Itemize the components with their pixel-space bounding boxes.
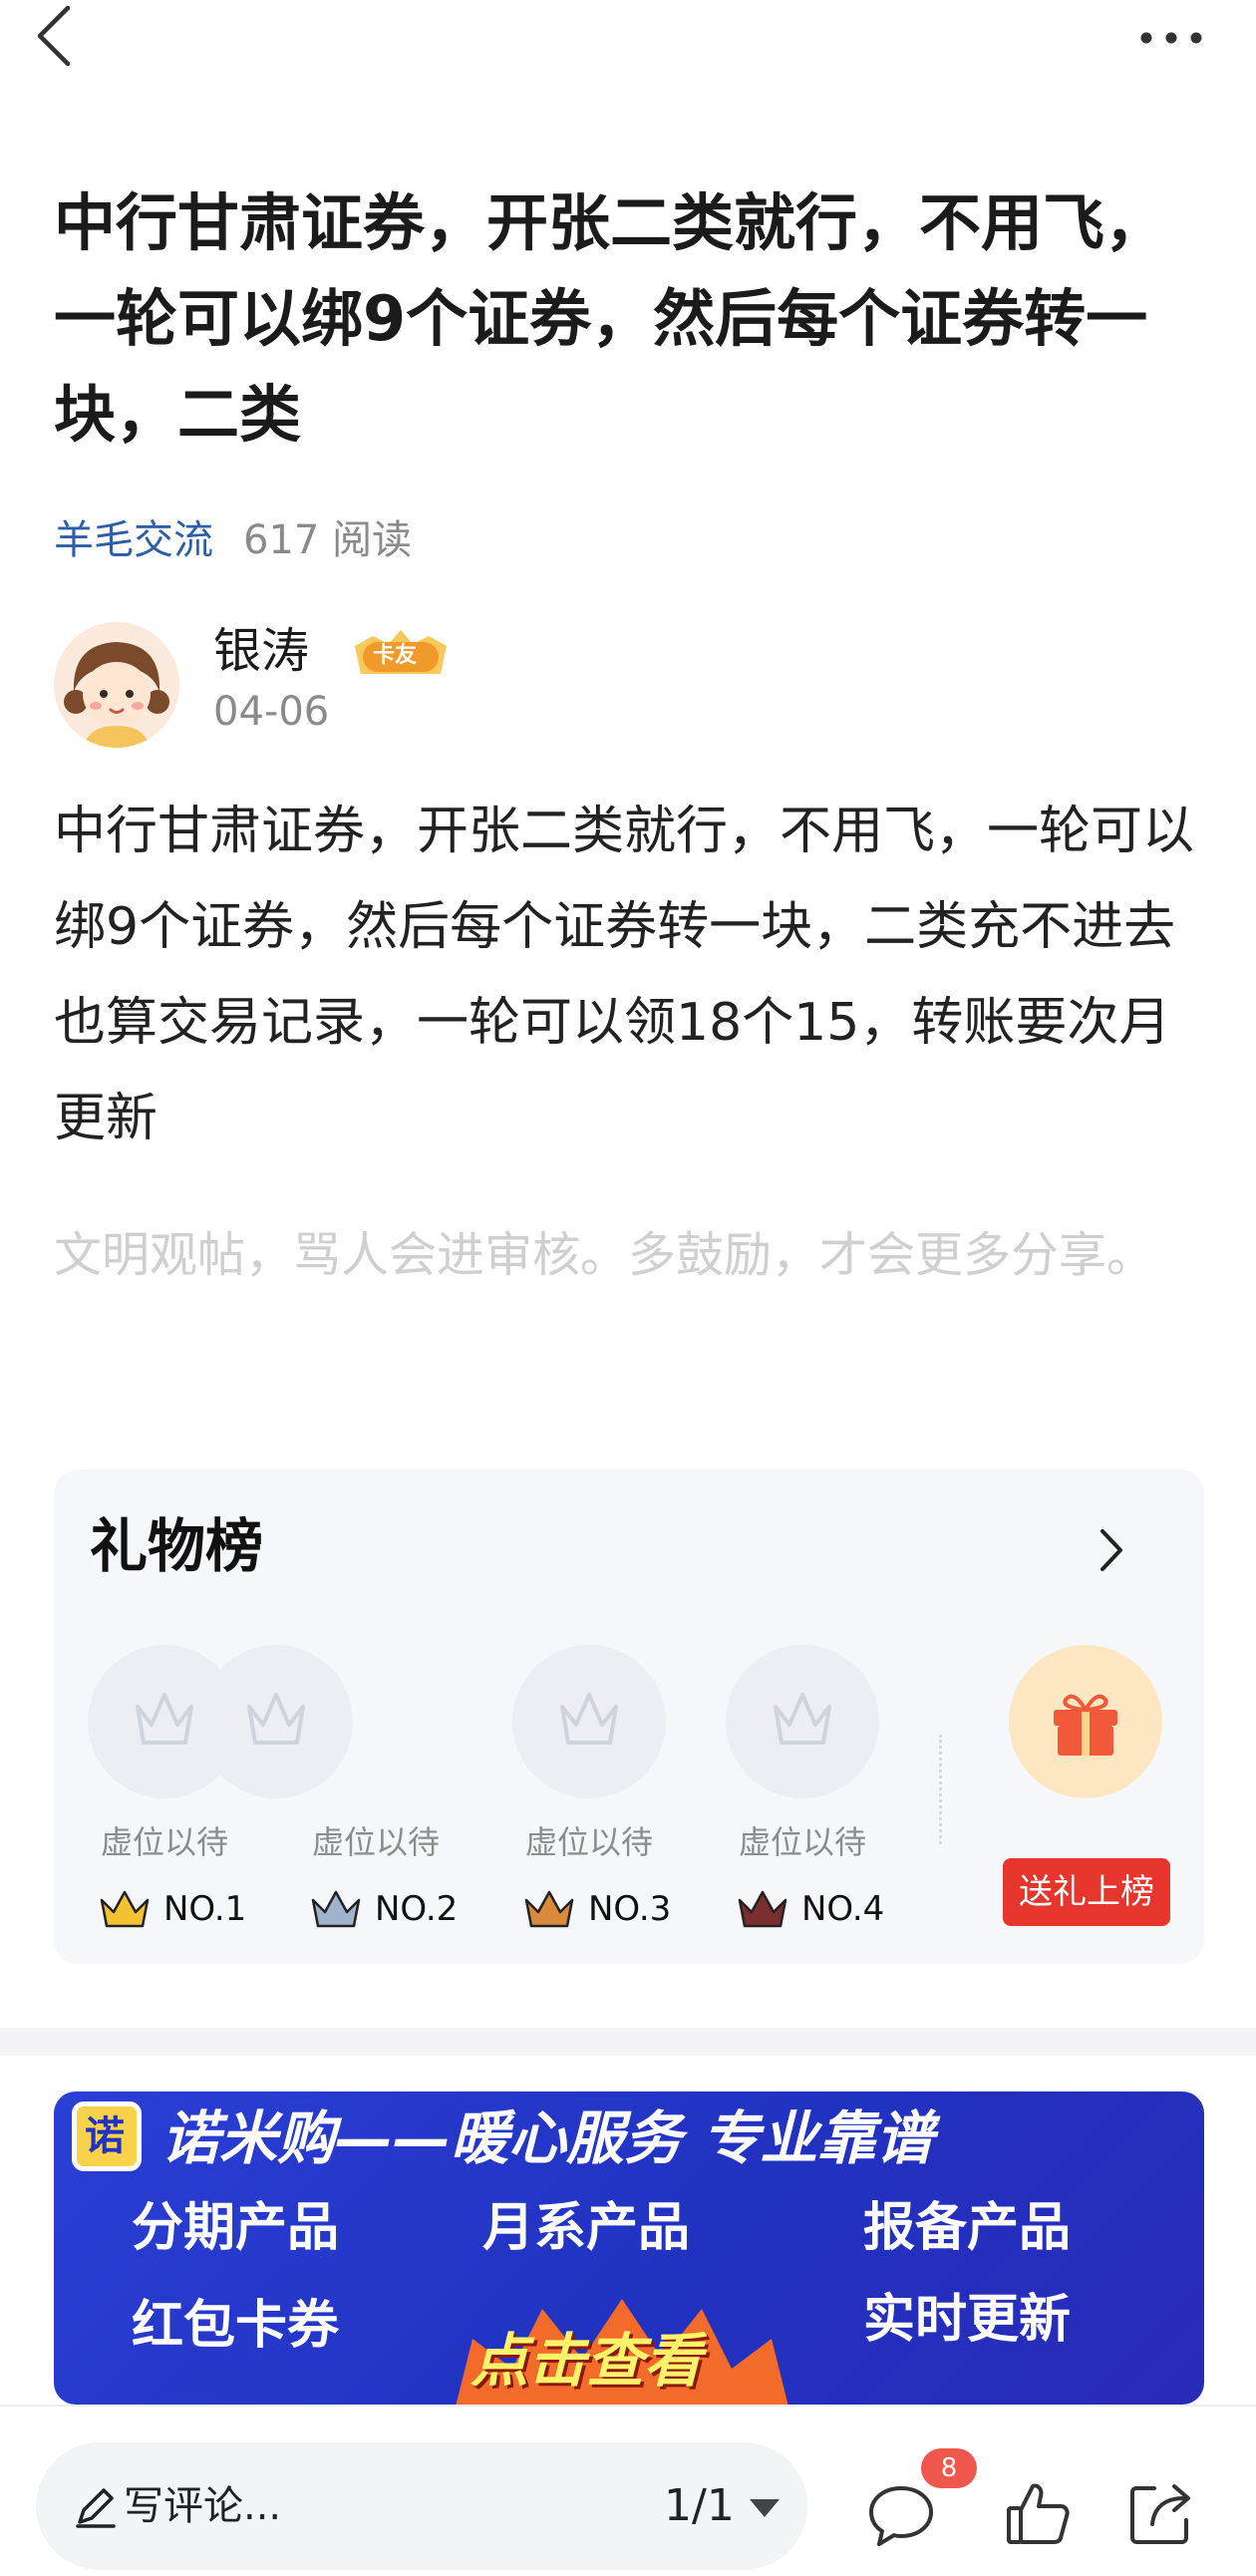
ad-cta-button[interactable]: 点击查看 <box>471 2321 702 2401</box>
page-indicator[interactable]: 1/1 <box>664 2476 735 2536</box>
post-title: 中行甘肃证券，开张二类就行，不用飞，一轮可以绑9个证券，然后每个证券转一块，二类 <box>54 186 1167 451</box>
ad-item: 分期产品 <box>132 2198 340 2258</box>
badge-label: 卡友 <box>373 643 418 668</box>
section-divider <box>0 2028 1256 2056</box>
gift-slot-2-text[interactable]: 虚位以待 NO.2 <box>299 1645 459 1944</box>
user-level-badge: 卡友 <box>349 628 453 680</box>
author-row[interactable]: 银涛 卡友 04-06 <box>54 618 1210 748</box>
slot-rank: NO.4 <box>736 1884 895 1934</box>
comment-placeholder: 写评论... <box>124 2483 282 2529</box>
post-body: 中行甘肃证券，开张二类就行，不用飞，一轮可以绑9个证券，然后每个证券转一块，二类… <box>54 802 1195 1148</box>
ad-banner[interactable]: 诺 诺米购——暖心服务 专业靠谱 分期产品 月系产品 报备产品 红包卡券 实时更… <box>54 2092 1204 2405</box>
send-gift-button[interactable]: 送礼上榜 <box>1003 1858 1170 1926</box>
ad-headline: 诺米购——暖心服务 专业靠谱 <box>161 2104 934 2172</box>
pencil-icon <box>76 2488 116 2528</box>
category-link[interactable]: 羊毛交流 <box>54 517 213 563</box>
slot-rank: NO.3 <box>522 1884 682 1934</box>
rank-crown-silver-icon <box>311 1890 361 1928</box>
ad-item: 报备产品 <box>863 2198 1072 2258</box>
rank-label: NO.3 <box>588 1889 672 1929</box>
gift-box-button[interactable] <box>1009 1645 1162 1798</box>
slot-label: 虚位以待 <box>311 1823 440 1861</box>
empty-slot-placeholder <box>726 1645 879 1798</box>
post-date: 04-06 <box>213 689 330 735</box>
empty-slot-placeholder <box>512 1645 666 1798</box>
gift-leaderboard-card: 礼物榜 虚位以待 NO.1 虚位以待 NO.2 虚位以待 NO.3 虚位以待 N… <box>54 1469 1204 1964</box>
thumbs-up-icon[interactable] <box>1003 2478 1073 2548</box>
comment-input[interactable]: 写评论... 1/1 <box>36 2442 807 2570</box>
ad-logo: 诺 <box>72 2101 142 2171</box>
rank-label: NO.4 <box>801 1889 885 1929</box>
rank-crown-gold-icon <box>100 1890 150 1928</box>
more-options-icon[interactable] <box>1136 18 1206 58</box>
rank-crown-bronze-icon <box>524 1890 574 1928</box>
civility-notice: 文明观帖，骂人会进审核。多鼓励，才会更多分享。 <box>54 1227 1155 1283</box>
caret-down-icon[interactable] <box>748 2496 782 2520</box>
author-name[interactable]: 银涛 <box>213 618 309 684</box>
share-icon[interactable] <box>1124 2476 1196 2548</box>
comment-bubble-icon[interactable] <box>865 2482 937 2548</box>
rank-crown-dark-icon <box>738 1890 787 1928</box>
top-nav-bar <box>0 0 1256 80</box>
comment-count-badge: 8 <box>921 2448 977 2488</box>
gift-slot-3[interactable]: 虚位以待 NO.3 <box>512 1645 672 1944</box>
ad-item: 月系产品 <box>482 2198 691 2258</box>
ad-logo-text: 诺 <box>85 2113 125 2159</box>
ad-item: 红包卡券 <box>132 2296 340 2356</box>
rank-label: NO.2 <box>375 1889 459 1929</box>
gift-board-title: 礼物榜 <box>90 1512 264 1580</box>
post-meta: 羊毛交流 617 阅读 <box>54 510 412 570</box>
gift-slot-4[interactable]: 虚位以待 NO.4 <box>726 1645 885 1944</box>
read-count: 617 阅读 <box>243 517 413 563</box>
gift-divider <box>939 1735 942 1844</box>
ad-item: 实时更新 <box>863 2290 1072 2350</box>
back-arrow-icon[interactable] <box>34 4 74 68</box>
bottom-action-bar: 写评论... 1/1 8 <box>0 2405 1256 2576</box>
slot-rank: NO.2 <box>309 1884 469 1934</box>
slot-label: 虚位以待 <box>524 1823 653 1861</box>
crown-outline-icon <box>774 1693 831 1745</box>
crown-outline-icon <box>560 1693 618 1745</box>
gift-box-icon <box>1054 1694 1117 1756</box>
chevron-right-icon[interactable] <box>1091 1525 1130 1575</box>
slot-label: 虚位以待 <box>738 1823 866 1861</box>
avatar[interactable] <box>54 622 179 748</box>
